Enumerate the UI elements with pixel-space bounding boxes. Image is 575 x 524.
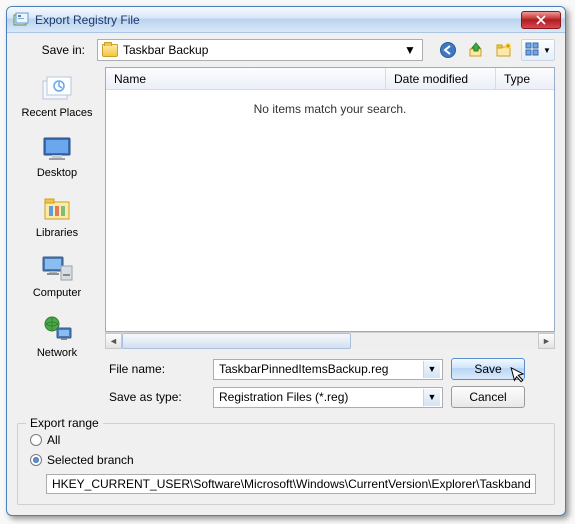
radio-selected-branch-row[interactable]: Selected branch bbox=[28, 450, 544, 470]
cursor-icon bbox=[510, 363, 528, 384]
places-label: Desktop bbox=[37, 167, 77, 179]
folder-icon bbox=[102, 44, 118, 57]
scroll-thumb[interactable] bbox=[122, 333, 351, 349]
save-in-folder-name: Taskbar Backup bbox=[123, 43, 397, 57]
regedit-icon bbox=[13, 12, 29, 28]
radio-all[interactable] bbox=[30, 434, 42, 446]
cancel-button-label: Cancel bbox=[469, 390, 506, 404]
cancel-button[interactable]: Cancel bbox=[451, 386, 525, 408]
places-label: Libraries bbox=[36, 227, 78, 239]
export-range-legend: Export range bbox=[26, 416, 103, 430]
export-registry-dialog: Export Registry File Save in: Taskbar Ba… bbox=[6, 6, 566, 516]
save-in-label: Save in: bbox=[21, 43, 91, 57]
recent-places-icon bbox=[39, 73, 75, 105]
views-button[interactable]: ▼ bbox=[521, 39, 555, 61]
radio-all-label: All bbox=[47, 433, 60, 447]
horizontal-scrollbar[interactable]: ◄ ► bbox=[105, 332, 555, 349]
filename-combo[interactable]: ▼ bbox=[213, 359, 443, 380]
places-network[interactable]: Network bbox=[13, 309, 101, 363]
places-libraries[interactable]: Libraries bbox=[13, 189, 101, 243]
saveastype-combo[interactable]: Registration Files (*.reg) ▼ bbox=[213, 387, 443, 408]
network-icon bbox=[39, 313, 75, 345]
export-range-group: Export range All Selected branch bbox=[17, 423, 555, 505]
scroll-left-arrow[interactable]: ◄ bbox=[105, 333, 122, 349]
save-button-label: Save bbox=[474, 362, 501, 376]
close-button[interactable] bbox=[521, 11, 561, 29]
places-label: Computer bbox=[33, 287, 81, 299]
save-in-combo[interactable]: Taskbar Backup ▼ bbox=[97, 39, 423, 61]
file-listview[interactable]: Name Date modified Type No items match y… bbox=[105, 67, 555, 332]
back-button[interactable] bbox=[437, 39, 459, 61]
chevron-down-icon[interactable]: ▼ bbox=[423, 389, 440, 406]
places-computer[interactable]: Computer bbox=[13, 249, 101, 303]
chevron-down-icon[interactable]: ▼ bbox=[423, 361, 440, 378]
computer-icon bbox=[39, 253, 75, 285]
chevron-down-icon[interactable]: ▼ bbox=[402, 43, 418, 57]
column-date[interactable]: Date modified bbox=[386, 68, 496, 89]
saveastype-label: Save as type: bbox=[105, 390, 205, 404]
new-folder-button[interactable] bbox=[493, 39, 515, 61]
radio-selected-branch[interactable] bbox=[30, 454, 42, 466]
places-bar: Recent Places Desktop Libraries Computer bbox=[13, 67, 101, 421]
column-name[interactable]: Name bbox=[106, 68, 386, 89]
filename-label: File name: bbox=[105, 362, 205, 376]
radio-all-row[interactable]: All bbox=[28, 430, 544, 450]
filename-input[interactable] bbox=[219, 361, 423, 378]
scroll-right-arrow[interactable]: ► bbox=[538, 333, 555, 349]
places-recent[interactable]: Recent Places bbox=[13, 69, 101, 123]
places-desktop[interactable]: Desktop bbox=[13, 129, 101, 183]
empty-message: No items match your search. bbox=[254, 102, 407, 116]
desktop-icon bbox=[39, 133, 75, 165]
radio-selected-branch-label: Selected branch bbox=[47, 453, 134, 467]
listview-header: Name Date modified Type bbox=[106, 68, 554, 90]
places-label: Network bbox=[37, 347, 77, 359]
up-one-level-button[interactable] bbox=[465, 39, 487, 61]
column-type[interactable]: Type bbox=[496, 68, 554, 89]
listview-body: No items match your search. bbox=[106, 90, 554, 331]
titlebar[interactable]: Export Registry File bbox=[7, 7, 565, 33]
scroll-track[interactable] bbox=[122, 333, 538, 349]
branch-path-input[interactable] bbox=[46, 474, 536, 494]
window-title: Export Registry File bbox=[35, 13, 140, 27]
nav-toolbar: ▼ bbox=[429, 39, 555, 61]
save-in-row: Save in: Taskbar Backup ▼ ▼ bbox=[7, 33, 565, 67]
places-label: Recent Places bbox=[22, 107, 93, 119]
saveastype-value: Registration Files (*.reg) bbox=[219, 390, 423, 404]
libraries-icon bbox=[39, 193, 75, 225]
save-button[interactable]: Save bbox=[451, 358, 525, 380]
